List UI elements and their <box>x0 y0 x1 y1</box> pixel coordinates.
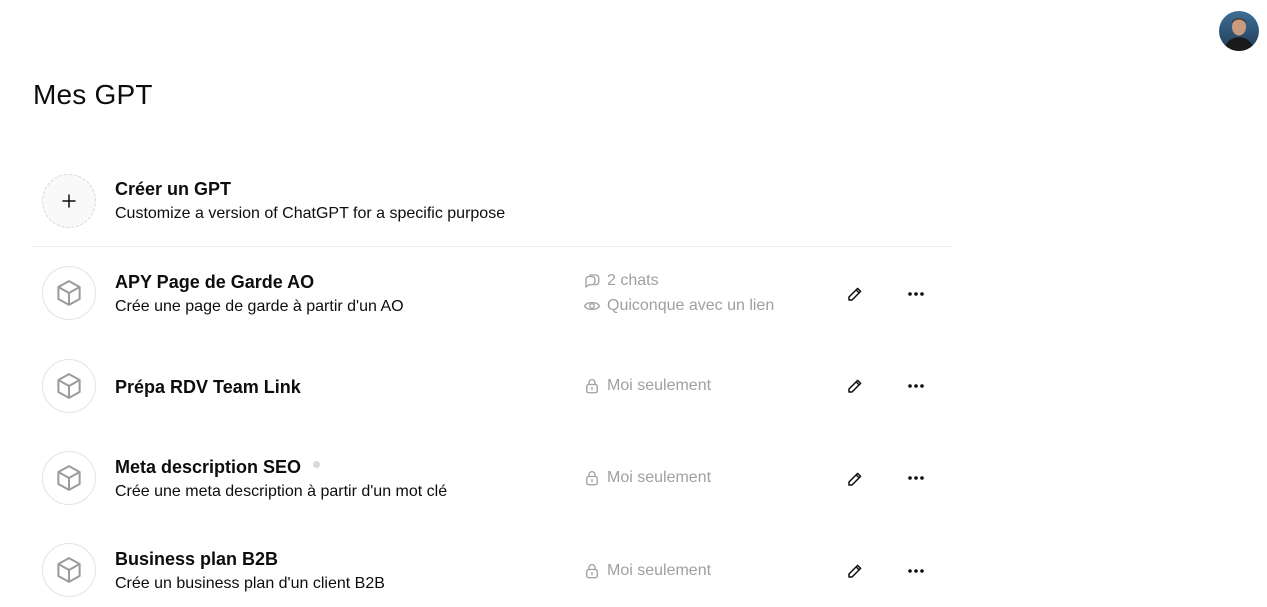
gpt-avatar <box>42 359 96 413</box>
edit-gpt-button[interactable] <box>843 467 867 491</box>
plus-icon <box>62 194 76 208</box>
gpt-avatar <box>42 451 96 505</box>
avatar-image <box>1219 11 1259 51</box>
gpt-visibility-label: Quiconque avec un lien <box>607 297 775 314</box>
gpt-description: Crée une meta description à partir d'un … <box>115 483 448 500</box>
gpt-visibility: Moi seulement <box>583 469 711 487</box>
cube-icon <box>57 557 81 583</box>
lock-icon <box>583 469 601 487</box>
gpt-visibility-label: Moi seulement <box>607 377 712 394</box>
create-gpt-row[interactable]: Créer un GPT Customize a version of Chat… <box>33 165 952 247</box>
pencil-icon <box>848 379 862 393</box>
gpt-avatar <box>42 266 96 320</box>
lock-icon <box>583 377 601 395</box>
gpt-row[interactable]: Prépa RDV Team Link Moi seulement <box>33 349 952 421</box>
pencil-icon <box>848 564 862 578</box>
lock-icon <box>583 562 601 580</box>
edit-gpt-button[interactable] <box>843 282 867 306</box>
gpt-description: Crée une page de garde à partir d'un AO <box>115 298 404 315</box>
gpt-name: Business plan B2B <box>115 549 279 569</box>
more-options-button[interactable] <box>904 559 928 583</box>
gpt-chat-count-label: 2 chats <box>607 272 659 289</box>
cube-icon <box>57 465 81 491</box>
create-gpt-icon-circle <box>42 174 96 228</box>
more-dots-icon <box>908 569 924 573</box>
pencil-icon <box>848 472 862 486</box>
gpt-row[interactable]: APY Page de Garde AO Crée une page de ga… <box>33 256 952 328</box>
gpt-description: Crée un business plan d'un client B2B <box>115 575 385 592</box>
gpt-name: Meta description SEO <box>115 457 302 477</box>
status-dot <box>313 461 321 468</box>
more-options-button[interactable] <box>904 374 928 398</box>
create-gpt-subtitle: Customize a version of ChatGPT for a spe… <box>115 205 506 222</box>
my-gpts-page: Mes GPT Créer un GPT Customize a version… <box>0 0 1267 607</box>
more-options-button[interactable] <box>904 282 928 306</box>
create-gpt-title: Créer un GPT <box>115 179 232 199</box>
user-avatar[interactable] <box>1219 11 1259 51</box>
page-title: Mes GPT <box>33 79 153 110</box>
gpt-name-wrapper: Meta description SEO <box>115 457 321 478</box>
cube-icon <box>57 280 81 306</box>
gpt-row[interactable]: Business plan B2B Crée un business plan … <box>33 533 952 605</box>
gpt-name: Prépa RDV Team Link <box>115 377 301 397</box>
gpt-avatar <box>42 543 96 597</box>
gpt-visibility: Moi seulement <box>583 562 711 580</box>
gpt-visibility: Quiconque avec un lien <box>583 297 774 315</box>
more-dots-icon <box>908 476 924 480</box>
gpt-visibility-label: Moi seulement <box>607 562 712 579</box>
gpt-name: APY Page de Garde AO <box>115 272 315 292</box>
pencil-icon <box>848 287 862 301</box>
cube-icon <box>57 373 81 399</box>
chat-bubbles-icon <box>583 272 601 290</box>
more-dots-icon <box>908 292 924 296</box>
gpt-row[interactable]: Meta description SEO Crée une meta descr… <box>33 441 952 513</box>
eye-icon <box>583 297 601 315</box>
gpt-visibility: Moi seulement <box>583 377 711 395</box>
gpt-chat-count: 2 chats <box>583 272 659 290</box>
edit-gpt-button[interactable] <box>843 559 867 583</box>
more-options-button[interactable] <box>904 466 928 490</box>
edit-gpt-button[interactable] <box>843 374 867 398</box>
gpt-visibility-label: Moi seulement <box>607 469 712 486</box>
more-dots-icon <box>908 384 924 388</box>
